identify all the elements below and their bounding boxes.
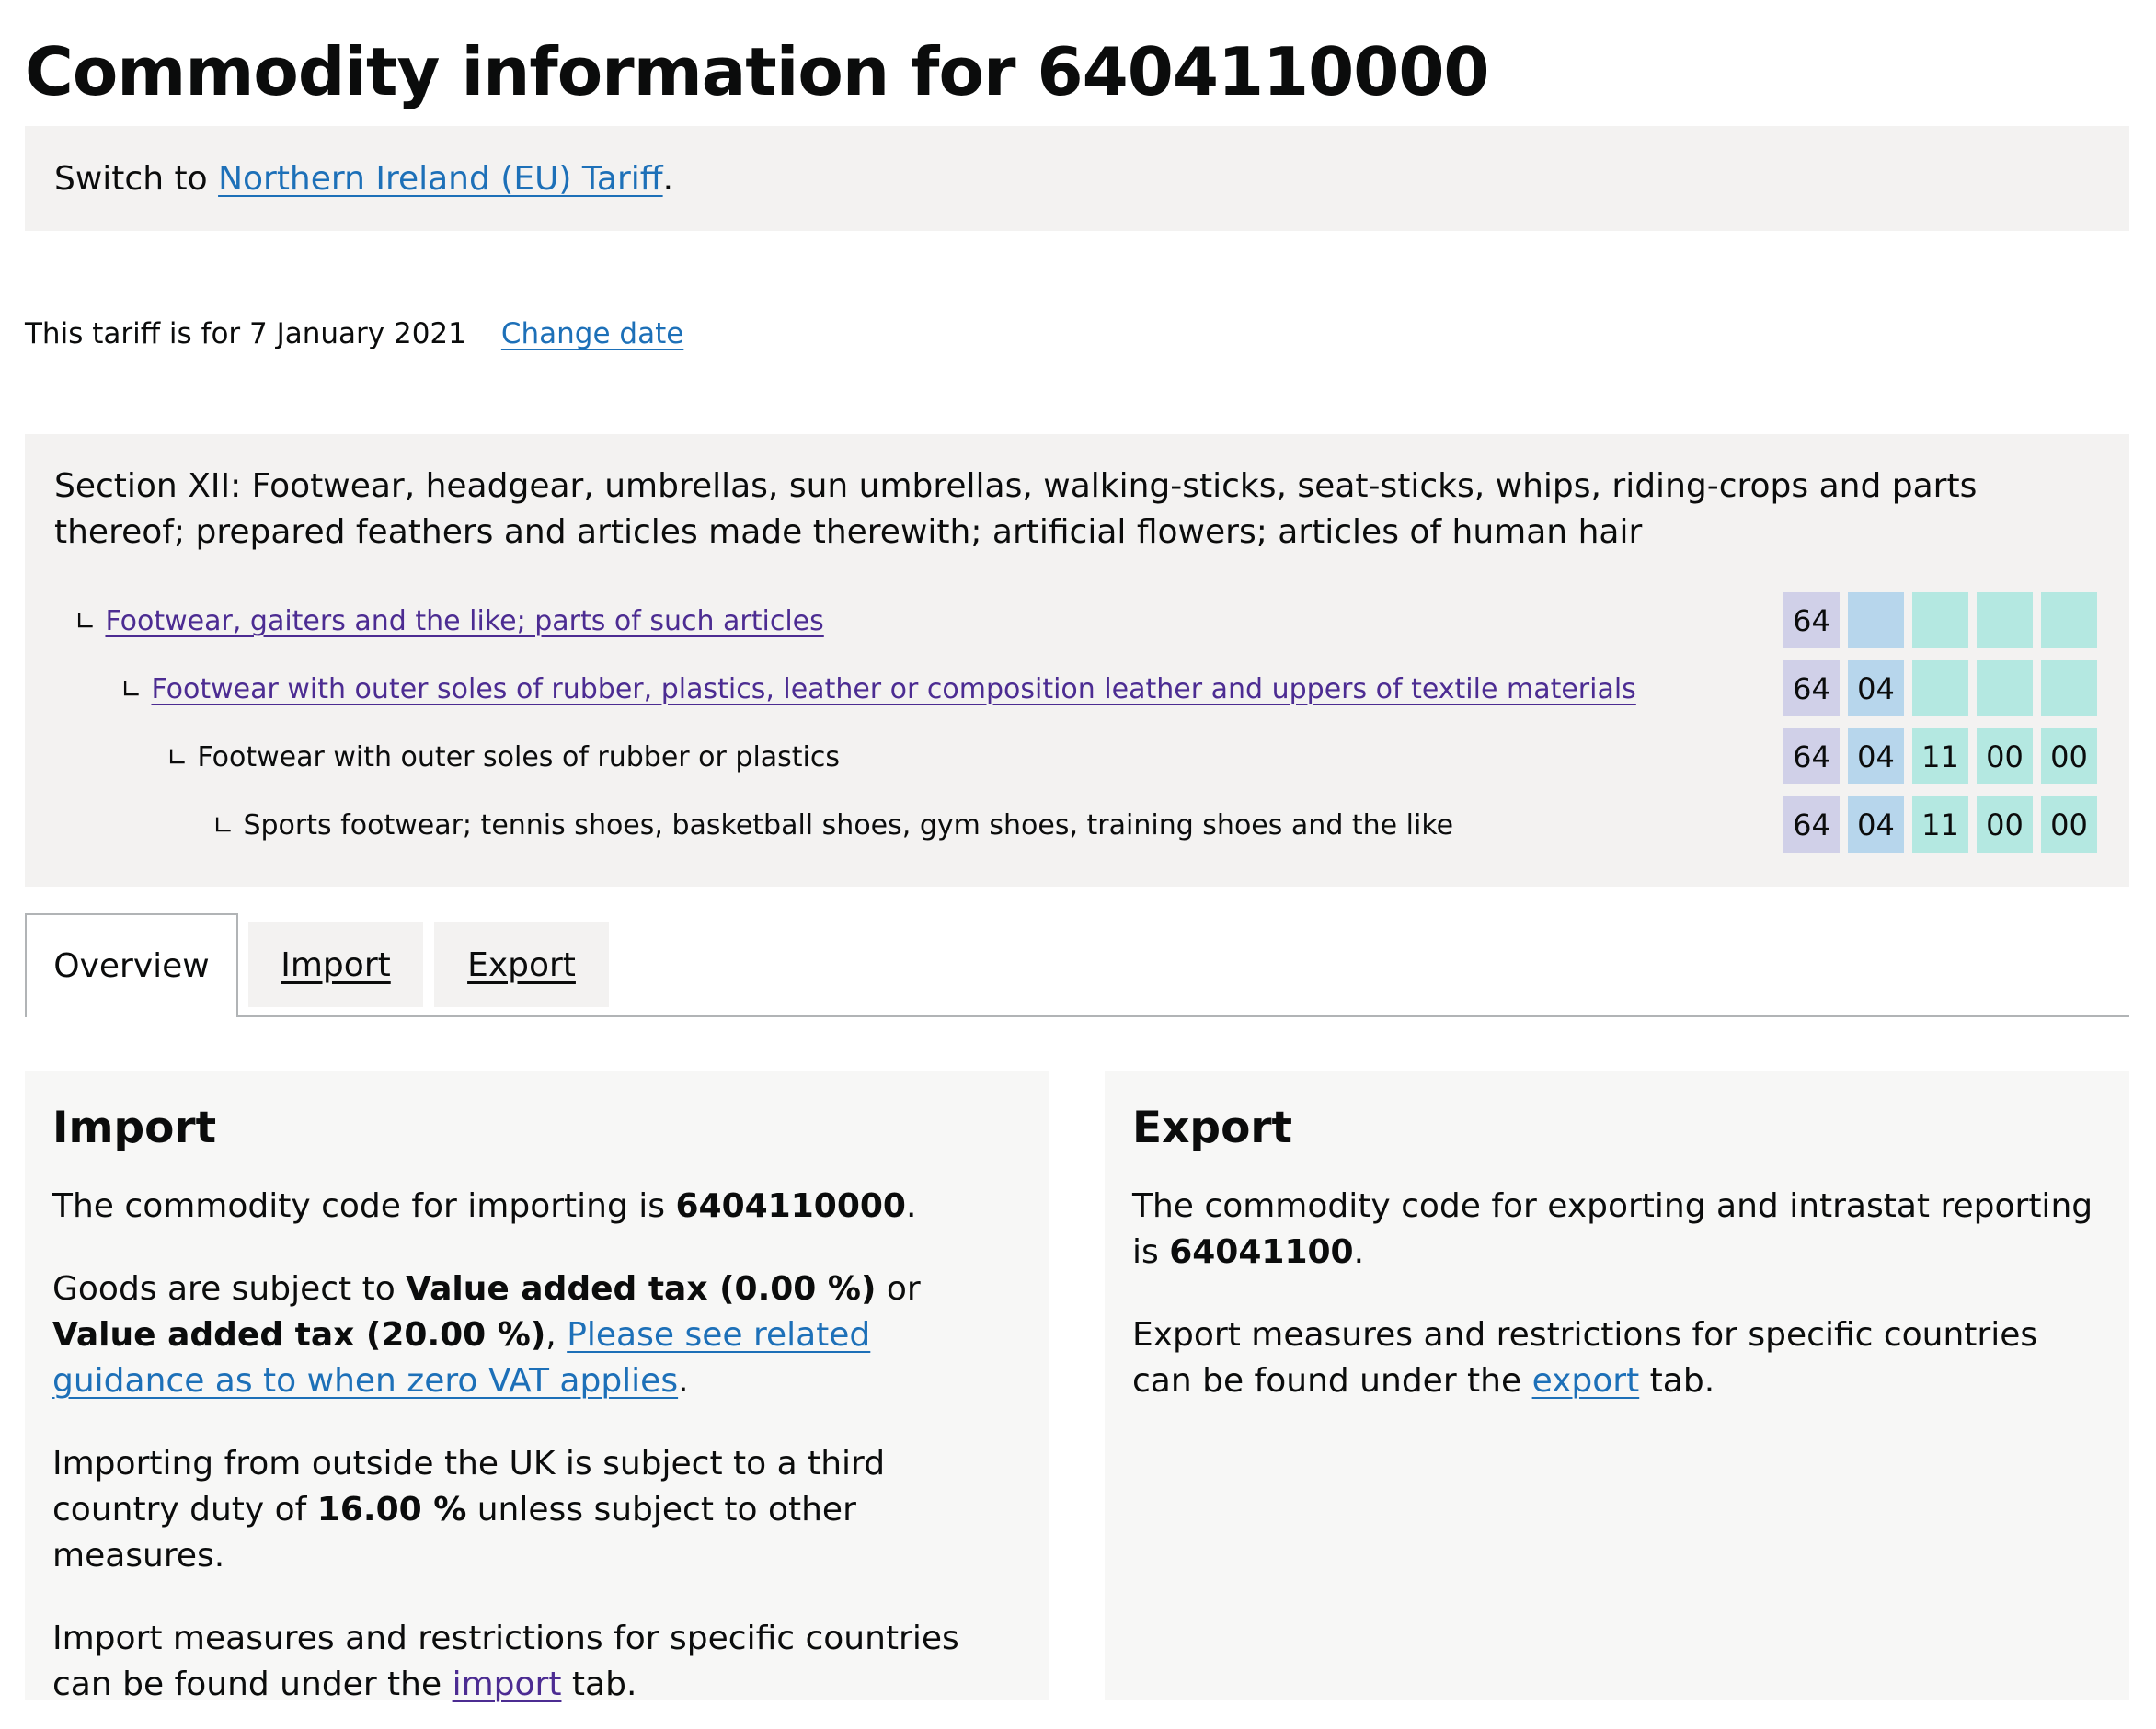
tab-overview[interactable]: Overview <box>25 913 238 1017</box>
vat-zero-rate: Value added tax (0.00 %) <box>406 1270 877 1308</box>
code-cell-chapter: 64 <box>1783 592 1840 648</box>
code-cell-heading: 04 <box>1848 796 1904 853</box>
commodity-code-cells: 64 04 <box>1783 660 2105 716</box>
switch-prefix: Switch to <box>54 159 219 198</box>
page-title: Commodity information for 6404110000 <box>25 33 1490 110</box>
commodity-code-cells: 64 04 11 00 00 <box>1783 728 2105 784</box>
tab-import[interactable]: Import <box>248 922 423 1007</box>
hierarchy-row-subheading: ∟ Footwear with outer soles of rubber or… <box>25 728 2129 785</box>
code-cell-chapter: 64 <box>1783 660 1840 716</box>
code-cell-heading: 04 <box>1848 728 1904 784</box>
commodity-code-cells: 64 04 11 00 00 <box>1783 796 2105 853</box>
code-cell-subheading: 00 <box>1977 728 2033 784</box>
code-cell-chapter: 64 <box>1783 728 1840 784</box>
code-cell-subheading <box>1977 660 2033 716</box>
vat-text: Goods are subject to Value added tax (0.… <box>52 1270 932 1400</box>
tariff-date-text: This tariff is for 7 January 2021 <box>25 317 466 350</box>
third-country-duty-text: Importing from outside the UK is subject… <box>52 1445 896 1574</box>
import-heading: Import <box>52 1103 217 1153</box>
import-measures-text: Import measures and restrictions for spe… <box>52 1620 970 1703</box>
tab-list: Overview Import Export <box>25 913 2129 1017</box>
hierarchy-row-chapter: ∟ Footwear, gaiters and the like; parts … <box>25 592 2129 649</box>
code-cell-subheading <box>1912 660 1968 716</box>
tree-corner-icon: ∟ <box>75 605 97 636</box>
heading-link[interactable]: Footwear with outer soles of rubber, pla… <box>151 673 1635 705</box>
tariff-switch-banner: Switch to Northern Ireland (EU) Tariff . <box>25 126 2129 231</box>
export-code-text: The commodity code for exporting and int… <box>1132 1187 2104 1271</box>
export-measures-text: Export measures and restrictions for spe… <box>1132 1316 2048 1400</box>
code-cell-subheading: 11 <box>1912 796 1968 853</box>
switch-suffix: . <box>662 159 674 198</box>
export-panel: Export The commodity code for exporting … <box>1105 1071 2129 1700</box>
code-cell-subheading <box>2041 592 2097 648</box>
code-cell-chapter: 64 <box>1783 796 1840 853</box>
code-cell-heading <box>1848 592 1904 648</box>
commodity-code-cells: 64 <box>1783 592 2105 648</box>
commodity-label: Sports footwear; tennis shoes, basketbal… <box>243 808 1454 842</box>
code-cell-heading: 04 <box>1848 660 1904 716</box>
code-cell-subheading <box>1912 592 1968 648</box>
code-cell-subheading <box>1977 592 2033 648</box>
tree-corner-icon: ∟ <box>166 741 189 773</box>
code-cell-subheading <box>2041 660 2097 716</box>
northern-ireland-tariff-link[interactable]: Northern Ireland (EU) Tariff <box>218 160 663 198</box>
subheading-label: Footwear with outer soles of rubber or p… <box>197 740 841 773</box>
commodity-hierarchy: Section XII: Footwear, headgear, umbrell… <box>25 434 2129 887</box>
export-commodity-code: 64041100 <box>1169 1233 1354 1271</box>
code-cell-subheading: 00 <box>2041 796 2097 853</box>
code-cell-subheading: 00 <box>2041 728 2097 784</box>
tab-export[interactable]: Export <box>434 922 609 1007</box>
change-date-link[interactable]: Change date <box>501 317 683 350</box>
export-tab-link[interactable]: export <box>1532 1362 1640 1400</box>
hierarchy-row-commodity: ∟ Sports footwear; tennis shoes, basketb… <box>25 796 2129 853</box>
code-cell-subheading: 00 <box>1977 796 2033 853</box>
hierarchy-row-heading: ∟ Footwear with outer soles of rubber, p… <box>25 660 2129 717</box>
import-commodity-code: 6404110000 <box>675 1187 906 1225</box>
tree-corner-icon: ∟ <box>212 809 235 841</box>
import-tab-link[interactable]: import <box>453 1666 562 1703</box>
tariff-date-bar: This tariff is for 7 January 2021 Change… <box>25 311 683 357</box>
import-code-text: The commodity code for importing is 6404… <box>52 1187 917 1225</box>
vat-standard-rate: Value added tax (20.00 %) <box>52 1316 546 1354</box>
code-cell-subheading: 11 <box>1912 728 1968 784</box>
tree-corner-icon: ∟ <box>120 673 143 704</box>
third-country-duty-rate: 16.00 % <box>316 1491 467 1529</box>
import-panel: Import The commodity code for importing … <box>25 1071 1049 1703</box>
chapter-link[interactable]: Footwear, gaiters and the like; parts of… <box>105 605 823 637</box>
section-title: Section XII: Footwear, headgear, umbrell… <box>54 467 1978 551</box>
export-heading: Export <box>1132 1103 1293 1153</box>
